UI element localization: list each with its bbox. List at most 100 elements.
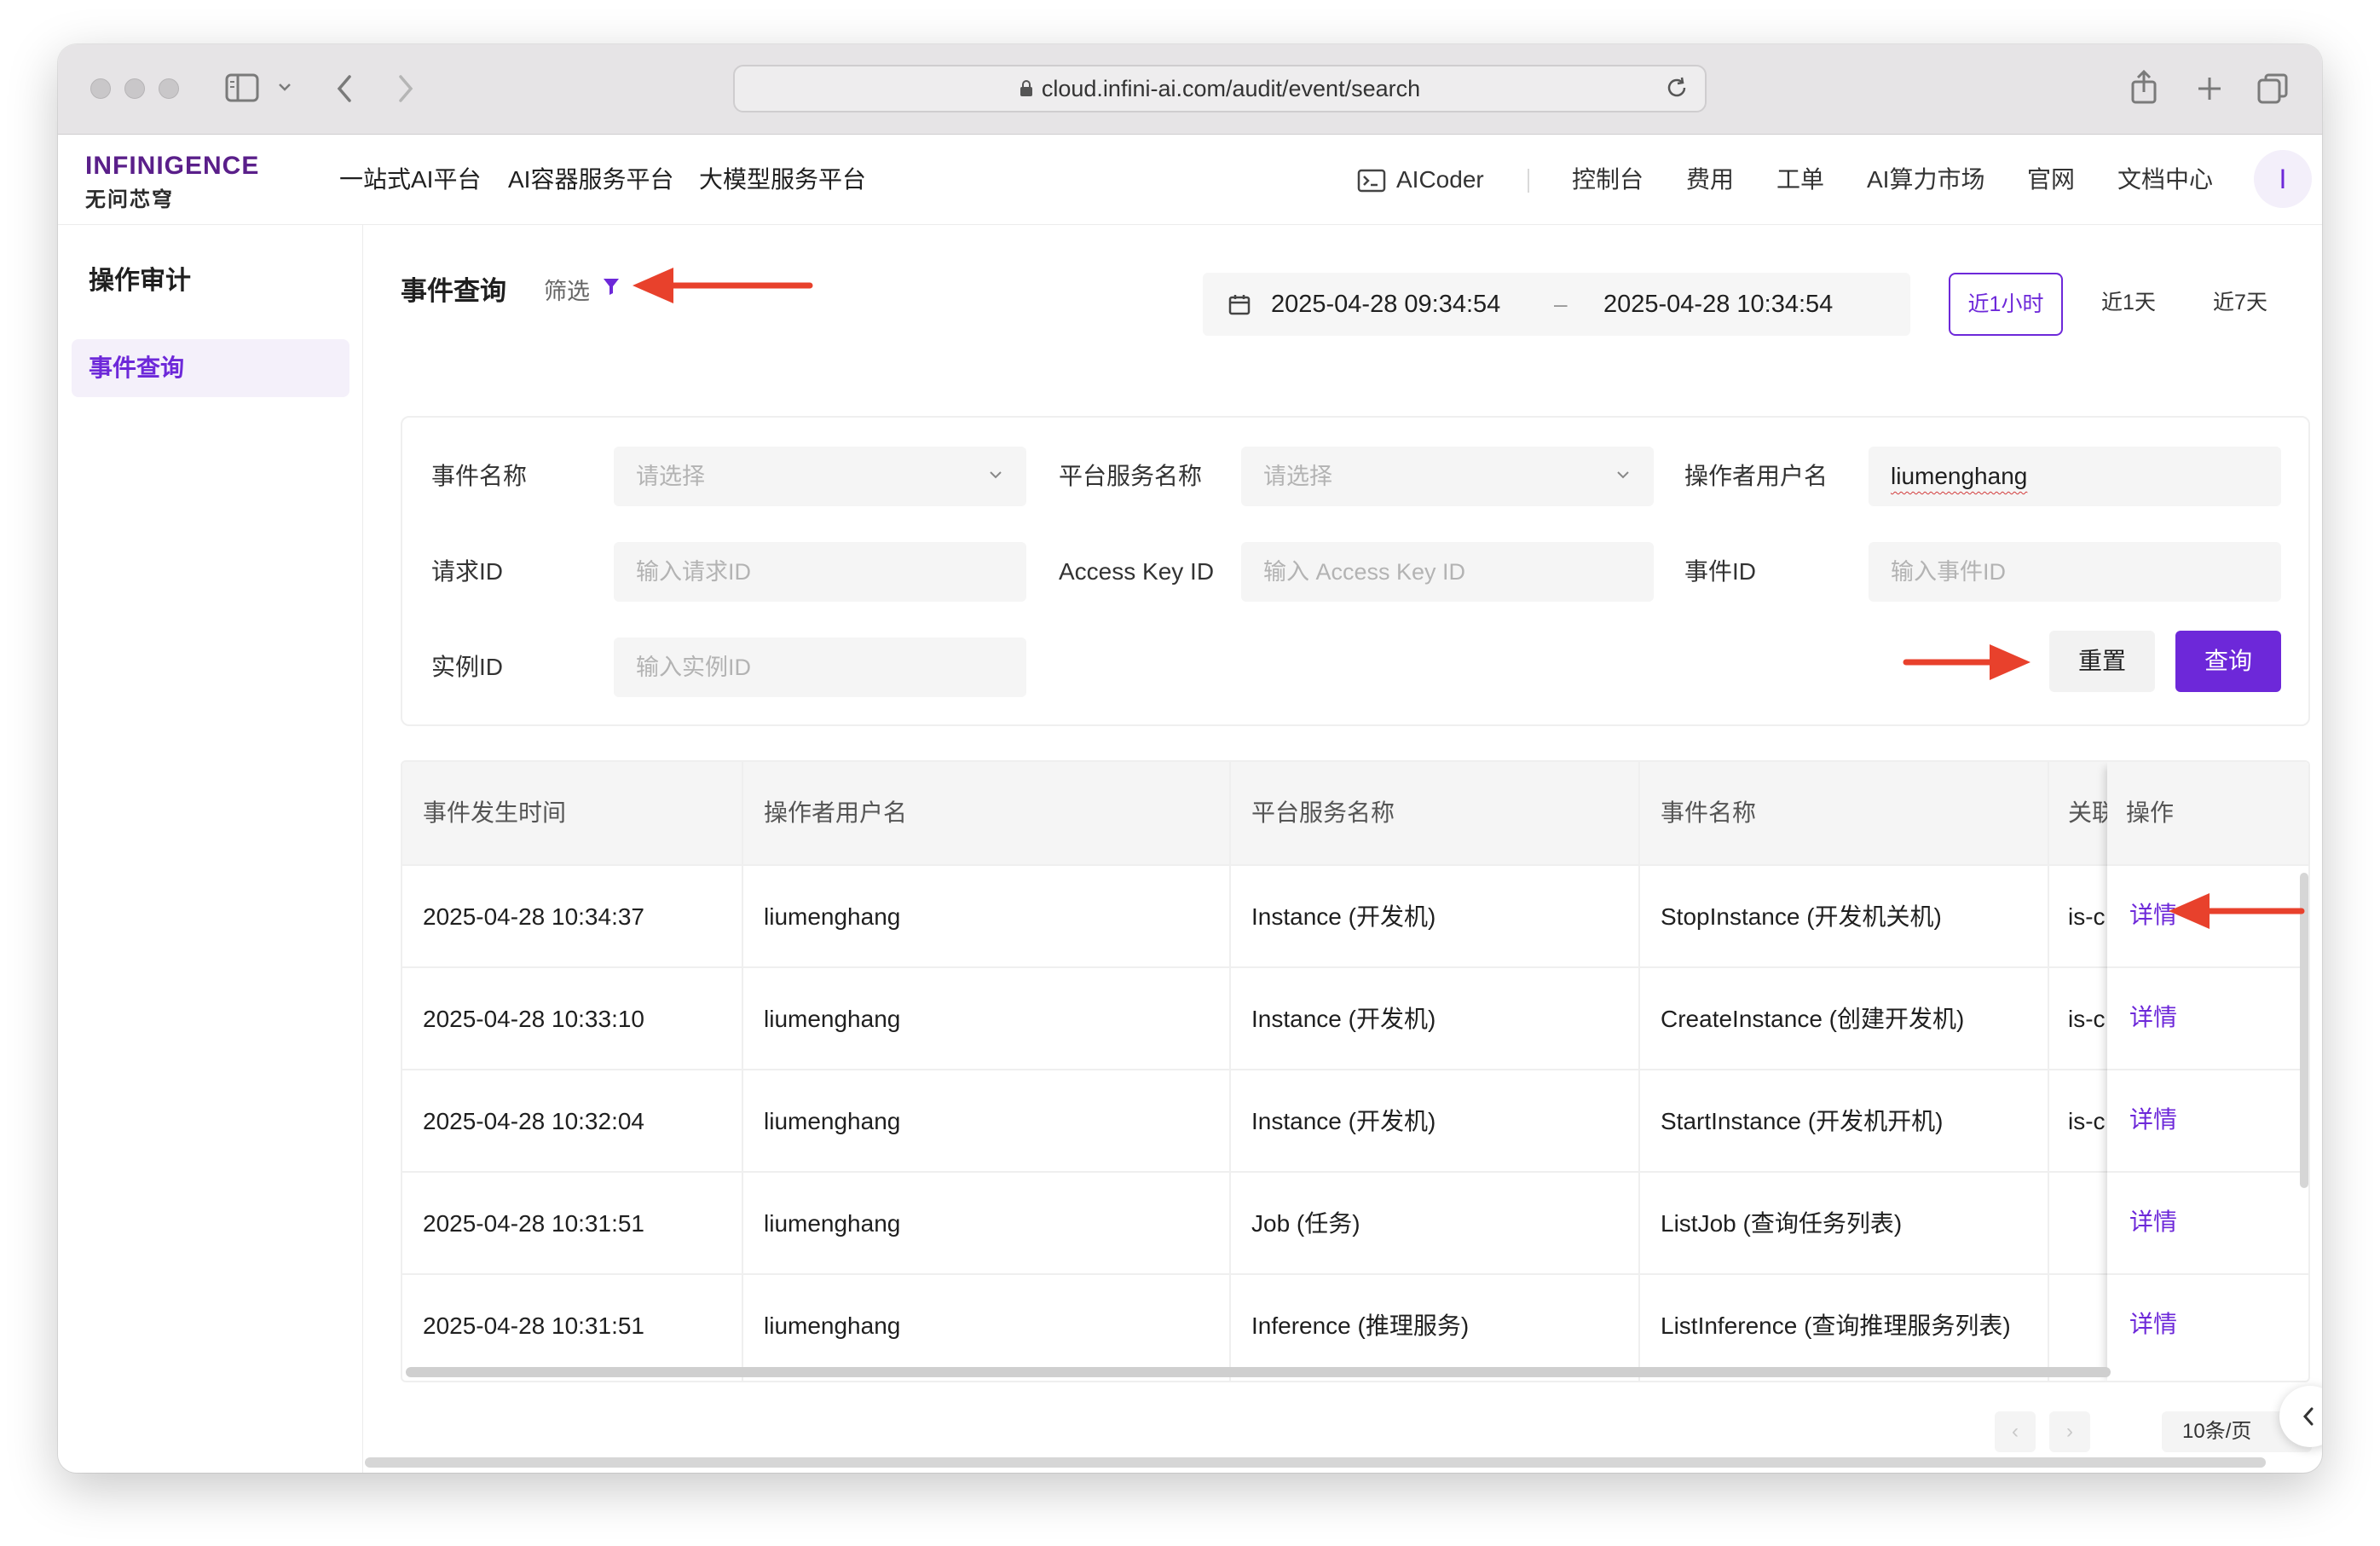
url-text: cloud.infini-ai.com/audit/event/search <box>1041 76 1421 101</box>
sidebar-toggle-icon[interactable] <box>225 73 259 102</box>
date-end[interactable]: 2025-04-28 10:34:54 <box>1603 273 1833 336</box>
sidebar: 操作审计 事件查询 <box>58 225 363 1473</box>
nav-aicoder[interactable]: AICoder <box>1396 135 1484 225</box>
topnav-item-ai-platform[interactable]: 一站式AI平台 <box>339 135 481 225</box>
topnav-item-container-platform[interactable]: AI容器服务平台 <box>508 135 673 225</box>
chevron-down-icon[interactable] <box>278 82 292 92</box>
event-id-input[interactable]: 输入事件ID <box>1869 542 2281 602</box>
event-name-select[interactable]: 请选择 <box>614 447 1026 506</box>
service-name-select[interactable]: 请选择 <box>1241 447 1654 506</box>
date-range-picker[interactable]: 2025-04-28 09:34:54 – 2025-04-28 10:34:5… <box>1203 273 1910 336</box>
next-page-button[interactable]: › <box>2049 1411 2090 1452</box>
date-start[interactable]: 2025-04-28 09:34:54 <box>1271 273 1500 336</box>
event-name-label: 事件名称 <box>431 463 528 489</box>
nav-tickets[interactable]: 工单 <box>1776 135 1824 225</box>
request-id-label: 请求ID <box>431 558 504 585</box>
event-id-placeholder: 输入事件ID <box>1891 559 2006 585</box>
service-name-label: 平台服务名称 <box>1059 463 1203 489</box>
column-header: 事件发生时间 <box>423 799 567 826</box>
page-title: 事件查询 <box>401 276 506 306</box>
cell-time: 2025-04-28 10:31:51 <box>423 1312 644 1339</box>
chevron-down-icon <box>1617 471 1629 479</box>
service-name-placeholder: 请选择 <box>1263 464 1332 489</box>
filter-panel: 事件名称 请选择 平台服务名称 请选择 操作者用户名 liumenghang 请… <box>401 416 2310 726</box>
nav-compute-market[interactable]: AI算力市场 <box>1867 135 1984 225</box>
event-name-placeholder: 请选择 <box>636 464 705 489</box>
nav-official-site[interactable]: 官网 <box>2027 135 2075 225</box>
annotation-arrow <box>633 268 813 303</box>
forward-icon[interactable] <box>396 73 416 104</box>
nav-divider <box>1528 169 1529 193</box>
annotation-arrow <box>1903 644 2031 680</box>
browser-window: cloud.infini-ai.com/audit/event/search I… <box>58 44 2322 1473</box>
cell-time: 2025-04-28 10:31:51 <box>423 1210 644 1237</box>
address-bar[interactable]: cloud.infini-ai.com/audit/event/search <box>733 65 1707 112</box>
table-row: 2025-04-28 10:32:04 liumenghang Instance… <box>402 1069 2308 1171</box>
request-id-input[interactable]: 输入请求ID <box>614 542 1026 602</box>
filter-toggle[interactable]: 筛选 <box>544 273 590 306</box>
column-header: 事件名称 <box>1661 799 1757 826</box>
cell-user: liumenghang <box>764 1006 901 1032</box>
cell-service: Job (任务) <box>1251 1210 1360 1237</box>
brand-logo-subtitle: 无问芯穹 <box>85 188 174 211</box>
cell-event: StopInstance (开发机关机) <box>1661 903 1942 930</box>
access-key-input[interactable]: 输入 Access Key ID <box>1241 542 1654 602</box>
zoom-window-button[interactable] <box>159 78 179 99</box>
cell-related: is-c <box>2068 903 2106 930</box>
cell-service: Instance (开发机) <box>1251 1108 1436 1134</box>
reload-icon[interactable] <box>1664 75 1690 101</box>
column-header: 平台服务名称 <box>1251 799 1395 826</box>
sidebar-item-event-query[interactable]: 事件查询 <box>72 339 349 397</box>
nav-console[interactable]: 控制台 <box>1572 135 1643 225</box>
detail-link[interactable]: 详情 <box>2129 966 2177 1069</box>
sidebar-title: 操作审计 <box>89 267 191 295</box>
operator-input[interactable]: liumenghang <box>1869 447 2281 506</box>
cell-event: StartInstance (开发机开机) <box>1661 1108 1944 1134</box>
instance-id-input[interactable]: 输入实例ID <box>614 637 1026 697</box>
cell-event: CreateInstance (创建开发机) <box>1661 1006 1965 1032</box>
brand-logo[interactable]: INFINIGENCE <box>85 152 259 181</box>
new-tab-icon[interactable] <box>2196 75 2223 102</box>
detail-link[interactable]: 详情 <box>2129 1273 2177 1376</box>
cell-time: 2025-04-28 10:32:04 <box>423 1108 644 1134</box>
range-1-hour-button[interactable]: 近1小时 <box>1949 273 2063 336</box>
cell-user: liumenghang <box>764 1312 901 1339</box>
cell-service: Instance (开发机) <box>1251 903 1436 930</box>
request-id-placeholder: 输入请求ID <box>636 559 751 585</box>
page-horizontal-scrollbar[interactable] <box>365 1457 2266 1468</box>
terminal-icon <box>1357 169 1386 193</box>
cell-user: liumenghang <box>764 1210 901 1237</box>
main-content: 事件查询 筛选 2025-04-28 09:34:54 – 2025-04-28… <box>363 225 2322 1473</box>
filter-icon[interactable] <box>602 276 621 297</box>
minimize-window-button[interactable] <box>124 78 145 99</box>
operator-label: 操作者用户名 <box>1684 463 1828 489</box>
date-separator: – <box>1554 291 1568 317</box>
cell-service: Instance (开发机) <box>1251 1006 1436 1032</box>
app-header: INFINIGENCE 无问芯穹 一站式AI平台 AI容器服务平台 大模型服务平… <box>58 135 2322 225</box>
nav-docs[interactable]: 文档中心 <box>2117 135 2213 225</box>
access-key-label: Access Key ID <box>1059 558 1215 585</box>
share-icon[interactable] <box>2129 68 2158 106</box>
nav-billing[interactable]: 费用 <box>1686 135 1734 225</box>
detail-link[interactable]: 详情 <box>2129 1069 2177 1171</box>
column-header-actions: 操作 <box>2126 799 2175 826</box>
avatar[interactable]: I <box>2254 150 2312 208</box>
close-window-button[interactable] <box>90 78 111 99</box>
table-horizontal-scrollbar[interactable] <box>406 1367 2111 1377</box>
tab-overview-icon[interactable] <box>2256 72 2290 106</box>
back-icon[interactable] <box>334 73 355 104</box>
cell-event: ListJob (查询任务列表) <box>1661 1210 1903 1237</box>
cell-event: ListInference (查询推理服务列表) <box>1661 1312 2011 1339</box>
prev-page-button[interactable]: ‹ <box>1995 1411 2036 1452</box>
events-table: 事件发生时间 操作者用户名 平台服务名称 事件名称 关联 2025-04-28 … <box>401 760 2310 1382</box>
detail-link[interactable]: 详情 <box>2129 1171 2177 1273</box>
reset-button[interactable]: 重置 <box>2049 631 2155 692</box>
topnav-item-llm-platform[interactable]: 大模型服务平台 <box>699 135 866 225</box>
cell-time: 2025-04-28 10:34:37 <box>423 903 644 930</box>
cell-user: liumenghang <box>764 903 901 930</box>
cell-related: is-c <box>2068 1108 2106 1134</box>
range-1-day-button[interactable]: 近1天 <box>2082 273 2175 336</box>
range-7-days-button[interactable]: 近7天 <box>2192 273 2288 336</box>
query-button[interactable]: 查询 <box>2175 631 2281 692</box>
instance-id-placeholder: 输入实例ID <box>636 655 751 680</box>
